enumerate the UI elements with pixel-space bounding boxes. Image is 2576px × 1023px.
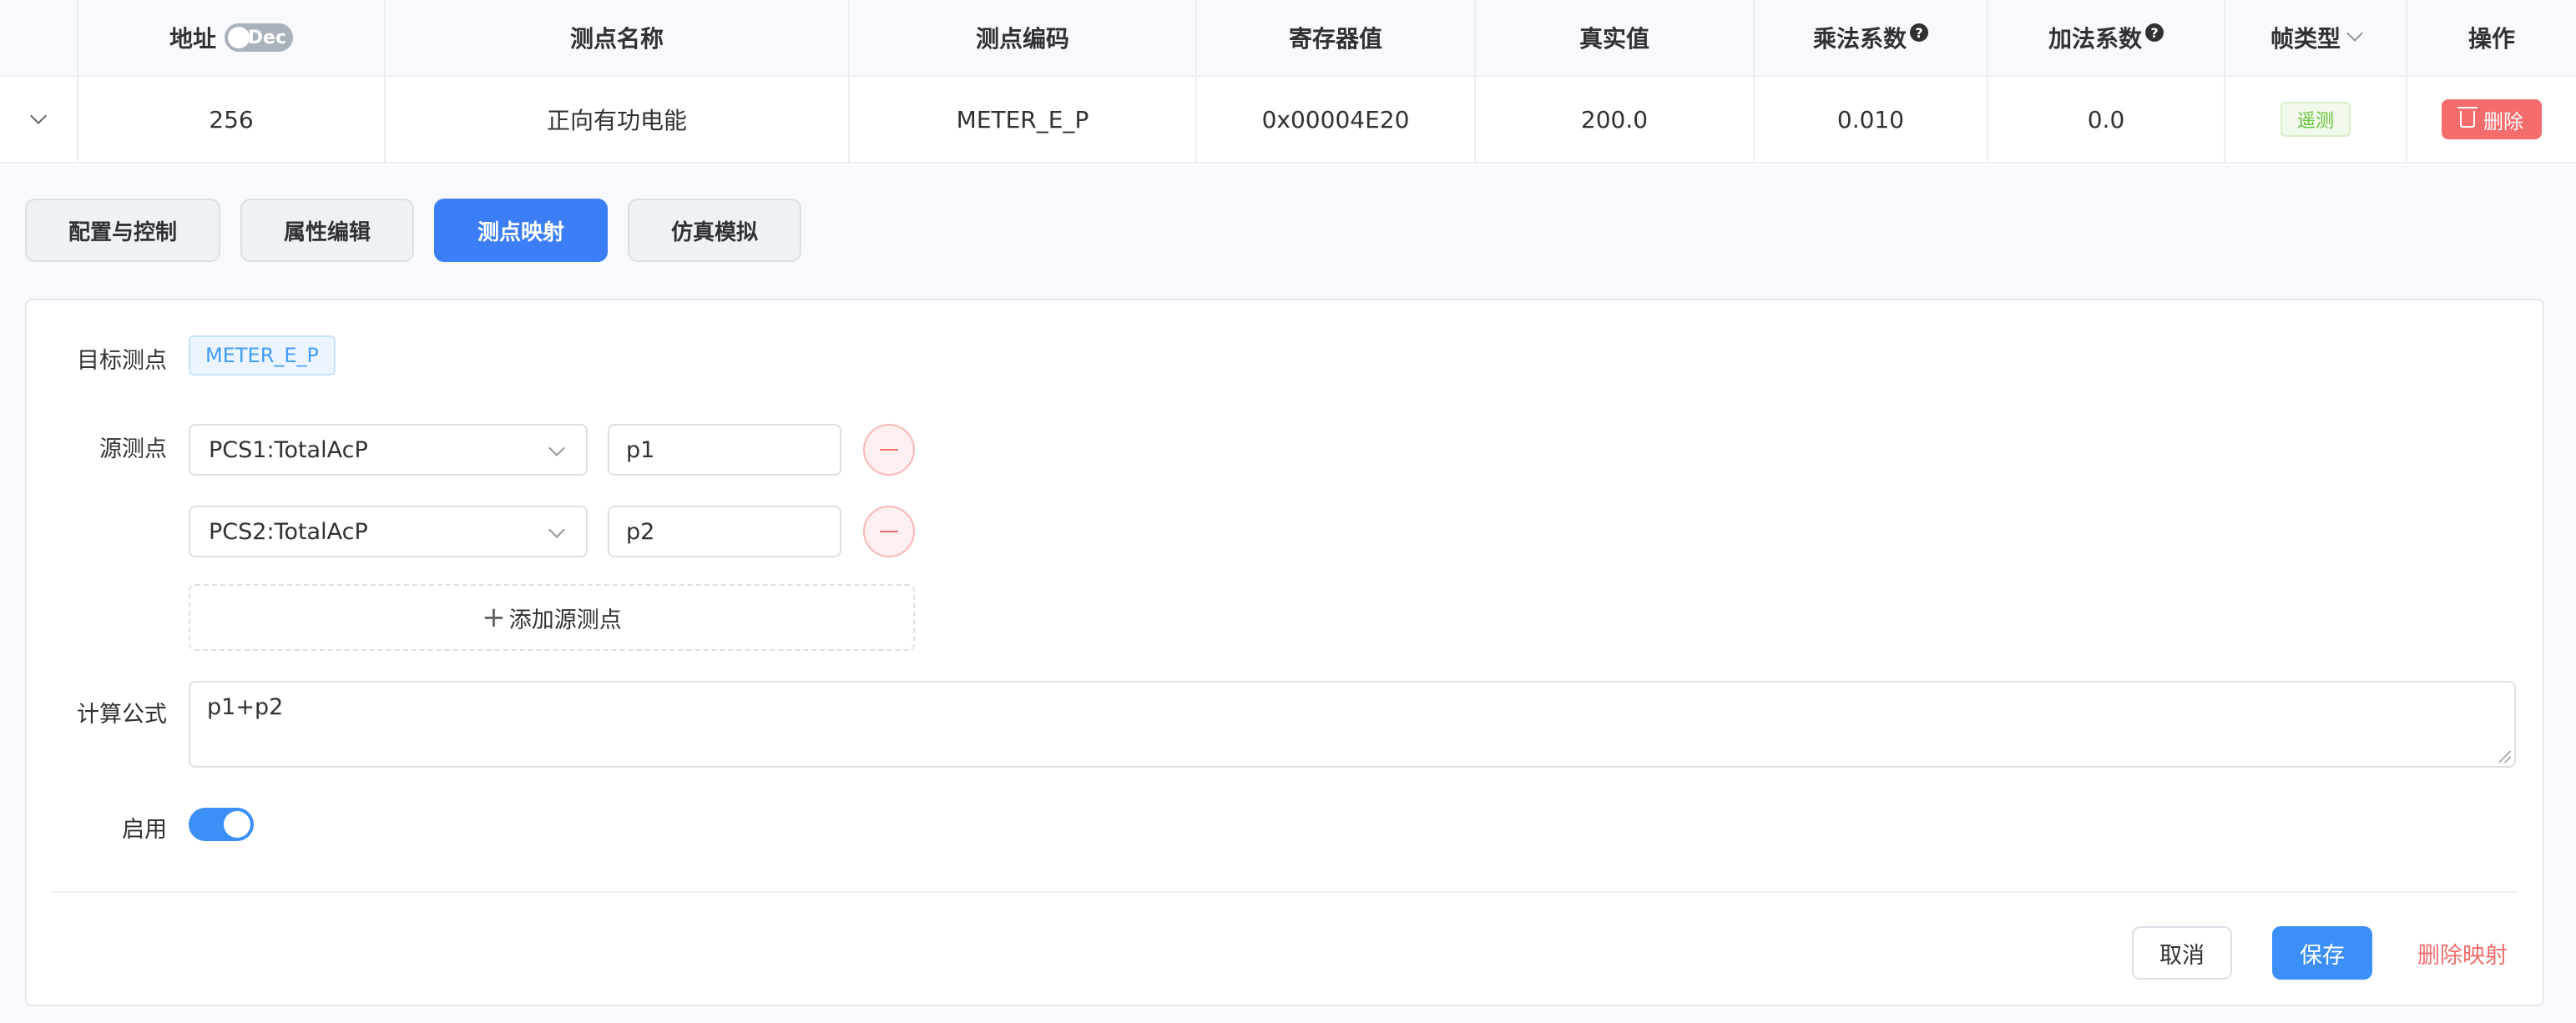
detail-tabs: 配置与控制 属性编辑 测点映射 仿真模拟: [25, 199, 802, 262]
save-button[interactable]: 保存: [2272, 926, 2372, 980]
header-expand-col: [0, 0, 78, 75]
source-point-label: 源测点: [99, 436, 167, 462]
switch-knob: [224, 811, 250, 838]
header-frame[interactable]: 帧类型: [2225, 0, 2407, 75]
row-real: 200.0: [1476, 77, 1755, 162]
chevron-down-icon: [548, 440, 565, 456]
question-icon[interactable]: ?: [1910, 23, 1928, 42]
cancel-button[interactable]: 取消: [2132, 926, 2232, 980]
enable-label: 启用: [122, 817, 167, 843]
target-point-tag: METER_E_P: [189, 335, 336, 375]
header-ops: 操作: [2467, 25, 2515, 53]
source-point-select-2-value: PCS2:TotalAcP: [209, 518, 368, 545]
row-register: 0x00004E20: [1197, 77, 1476, 162]
question-icon[interactable]: ?: [2145, 23, 2164, 42]
header-add-label: 加法系数: [2048, 25, 2142, 53]
dec-toggle-label: Dec: [247, 27, 286, 48]
mapping-panel: [25, 299, 2544, 1006]
header-mult-label: 乘法系数: [1812, 25, 1907, 53]
header-register: 寄存器值: [1197, 0, 1476, 75]
table-row: 256 正向有功电能 METER_E_P 0x00004E20 200.0 0.…: [0, 77, 2576, 164]
tab-config-control[interactable]: 配置与控制: [25, 199, 221, 262]
trash-icon: [2457, 107, 2478, 128]
header-address: 地址 Dec: [78, 0, 386, 75]
row-add: 0.0: [1988, 77, 2225, 162]
row-ops: 删除: [2407, 77, 2576, 162]
row-frame: 遥测: [2225, 77, 2407, 162]
delete-row-button[interactable]: 删除: [2442, 99, 2542, 139]
source-alias-input-1[interactable]: p1: [608, 424, 841, 476]
formula-textarea[interactable]: p1+p2: [189, 681, 2516, 768]
source-point-select-1-value: PCS1:TotalAcP: [209, 436, 368, 463]
header-add: 加法系数 ?: [1988, 0, 2225, 75]
header-mult: 乘法系数 ?: [1755, 0, 1988, 75]
frame-type-tag: 遥测: [2280, 102, 2351, 137]
chevron-down-icon[interactable]: [30, 108, 47, 124]
add-source-button[interactable]: + 添加源测点: [189, 584, 915, 651]
dec-hex-toggle[interactable]: Dec: [225, 23, 293, 52]
row-address: 256: [78, 77, 386, 162]
target-point-label: 目标测点: [77, 348, 167, 374]
resize-handle-icon[interactable]: [2499, 751, 2511, 763]
row-mult: 0.010: [1755, 77, 1988, 162]
source-point-select-2[interactable]: PCS2:TotalAcP: [189, 506, 588, 557]
chevron-down-icon[interactable]: [2346, 25, 2363, 42]
tab-simulation[interactable]: 仿真模拟: [628, 199, 802, 262]
minus-icon: [880, 531, 898, 532]
row-name: 正向有功电能: [386, 77, 850, 162]
divider: [52, 891, 2518, 893]
minus-icon: [880, 449, 898, 451]
header-address-label: 地址: [169, 25, 216, 53]
source-alias-input-2[interactable]: p2: [608, 506, 841, 557]
enable-switch[interactable]: [189, 808, 254, 841]
tab-point-mapping[interactable]: 测点映射: [434, 199, 609, 262]
row-code: METER_E_P: [850, 77, 1197, 162]
header-code: 测点编码: [850, 0, 1197, 75]
formula-value: p1+p2: [207, 694, 284, 720]
header-real: 真实值: [1476, 0, 1755, 75]
header-frame-label: 帧类型: [2270, 25, 2341, 53]
remove-source-button-2[interactable]: [863, 506, 915, 557]
table-header: 地址 Dec 测点名称 测点编码 寄存器值 真实值 乘法系数 ? 加法系数 ? …: [0, 0, 2576, 77]
chevron-down-icon: [548, 522, 565, 538]
delete-row-label: 删除: [2483, 109, 2523, 134]
add-source-label: 添加源测点: [508, 607, 622, 633]
row-expand-toggle[interactable]: [0, 77, 78, 162]
formula-label: 计算公式: [77, 702, 167, 728]
plus-icon: +: [482, 601, 506, 634]
source-point-select-1[interactable]: PCS1:TotalAcP: [189, 424, 588, 476]
remove-source-button-1[interactable]: [863, 424, 915, 476]
tab-attr-edit[interactable]: 属性编辑: [240, 199, 415, 262]
header-name: 测点名称: [386, 0, 850, 75]
delete-mapping-button[interactable]: 删除映射: [2417, 926, 2508, 980]
